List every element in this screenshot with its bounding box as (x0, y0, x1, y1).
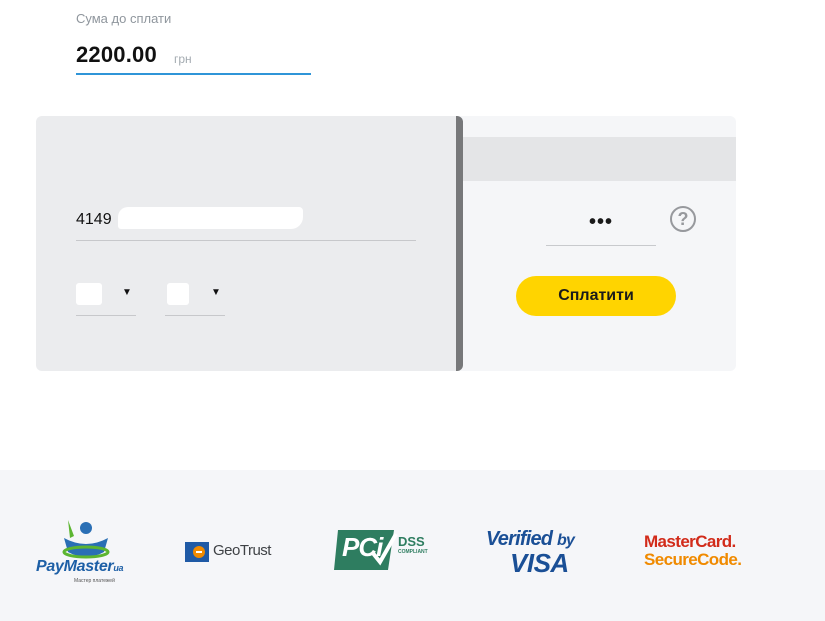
cvv-input[interactable]: ••• (546, 208, 656, 246)
pay-button[interactable]: Сплатити (516, 276, 676, 316)
expiry-year-select[interactable]: ▼ (165, 281, 225, 316)
amount-value: 2200.00 (76, 42, 157, 67)
magnetic-stripe (446, 137, 736, 181)
expiry-year-value (167, 283, 189, 305)
paymaster-wordmark: PayMasterua (36, 558, 124, 576)
visa-text: VISA (510, 548, 569, 578)
amount-field[interactable]: 2200.00 грн (76, 38, 311, 75)
currency-label: грн (174, 52, 192, 66)
securecode-text: SecureCode. (644, 550, 742, 569)
pci-compliant-text: COMPLIANT (398, 549, 428, 555)
amount-label: Сума до сплати (76, 11, 172, 26)
pci-text: PCi (342, 532, 383, 562)
chevron-down-icon: ▼ (122, 287, 132, 298)
expiry-month-value (76, 283, 102, 305)
card-back: ••• ? Сплатити (446, 116, 736, 371)
security-logos-footer: Мастер платежей PayMasterua GeoTrust PCi… (0, 470, 825, 621)
verified-word: Verified (486, 528, 553, 550)
by-word: by (556, 532, 575, 549)
card-number-input[interactable]: 4149 (76, 204, 416, 241)
card-front: 4149 ▼ ▼ (36, 116, 463, 371)
chevron-down-icon: ▼ (211, 287, 221, 298)
mastercard-text: MasterCard. (644, 532, 736, 551)
pci-dss-logo: PCi DSS COMPLIANT (334, 528, 440, 572)
cvv-value: ••• (588, 211, 613, 233)
pci-dss-text: DSS (398, 534, 425, 549)
verified-by-visa-logo: Verified by VISA (484, 528, 594, 578)
paymaster-suffix: ua (113, 563, 124, 573)
paymaster-logo: Мастер платежей PayMasterua (34, 518, 140, 584)
card-number-redaction (118, 207, 303, 229)
geotrust-text: GeoTrust (213, 542, 271, 559)
paymaster-tagline: Мастер платежей (74, 577, 115, 584)
geotrust-logo: GeoTrust (185, 542, 290, 562)
card-number-value: 4149 (76, 211, 112, 228)
question-circle-icon[interactable]: ? (670, 206, 696, 232)
mastercard-securecode-logo: MasterCard. SecureCode. (640, 532, 742, 572)
geotrust-mark-icon (185, 542, 209, 562)
paymaster-brand: PayMaster (36, 558, 114, 575)
expiry-month-select[interactable]: ▼ (76, 281, 136, 316)
